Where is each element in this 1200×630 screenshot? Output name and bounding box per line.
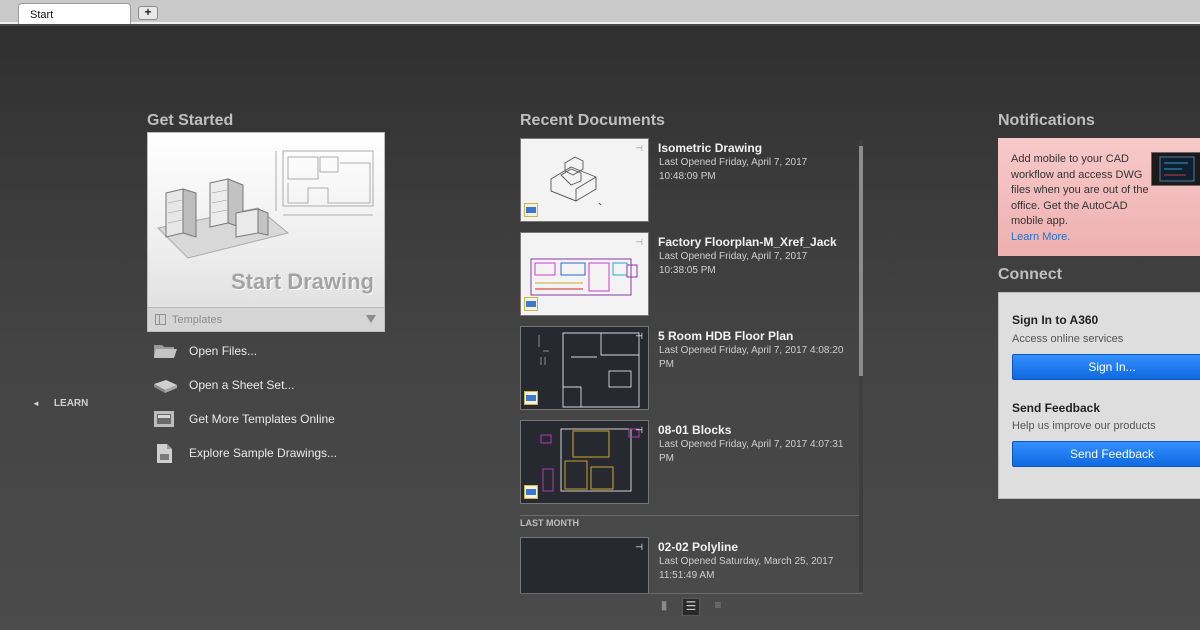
notifications-title: Notifications	[998, 112, 1095, 129]
doc-name: Factory Floorplan-M_Xref_Jack	[658, 235, 837, 249]
explore-samples-label: Explore Sample Drawings...	[189, 446, 338, 460]
templates-icon	[155, 314, 166, 325]
mobile-app-icon	[1159, 156, 1195, 182]
connect-title: Connect	[998, 266, 1062, 283]
get-started-title: Get Started	[147, 112, 234, 129]
get-more-templates-label: Get More Templates Online	[189, 412, 335, 426]
doc-meta: Last Opened Friday, April 7, 2017 10:48:0…	[659, 157, 808, 182]
hdb-floorplan-preview	[538, 332, 640, 408]
doc-thumbnail: ⊣	[520, 232, 649, 316]
recent-doc-item[interactable]: ⊣ Factory Floorplan-M_Xref_Jack Last Ope…	[520, 232, 860, 318]
doc-name: 02-02 Polyline	[658, 540, 739, 554]
pin-icon[interactable]: ⊣	[635, 143, 643, 154]
feedback-heading: Send Feedback	[1012, 401, 1101, 415]
list-view-icon[interactable]: ≡	[709, 598, 727, 616]
doc-meta: Last Opened Friday, April 7, 2017 4:08:2…	[659, 345, 844, 370]
templates-dropdown[interactable]: Templates	[148, 307, 384, 331]
recent-documents-title: Recent Documents	[520, 112, 665, 129]
templates-online-icon	[154, 411, 174, 427]
pin-icon[interactable]: ⊣	[635, 331, 643, 342]
thumbnails-with-details-view-icon[interactable]: ☰	[682, 598, 700, 616]
floorplan-preview	[530, 258, 638, 296]
open-sheet-set-label: Open a Sheet Set...	[189, 378, 295, 392]
start-drawing-label: Start Drawing	[230, 269, 374, 294]
isometric-drawing-preview	[550, 156, 602, 206]
chevron-left-icon: ◄	[32, 399, 40, 408]
doc-thumbnail: ⊣	[520, 537, 649, 593]
doc-name: Isometric Drawing	[658, 141, 763, 155]
notification-card: Add mobile to your CAD workflow and acce…	[998, 138, 1200, 256]
last-month-divider: LAST MONTH	[520, 515, 860, 528]
dwg-file-icon	[524, 203, 538, 217]
tab-bar: Start +	[0, 0, 1200, 24]
learn-toggle[interactable]: ◄ LEARN	[32, 398, 88, 409]
dwg-file-icon	[524, 297, 538, 311]
sample-drawings-icon	[157, 444, 172, 463]
recent-doc-item[interactable]: ⊣ 5 Room HDB Floor Plan Last Opened Frid…	[520, 326, 860, 412]
open-files-link[interactable]: Open Files...	[152, 340, 372, 364]
doc-thumbnail: ⊣	[520, 420, 649, 504]
templates-label: Templates	[172, 314, 223, 326]
learn-more-link[interactable]: Learn More.	[1011, 231, 1070, 243]
doc-meta: Last Opened Saturday, March 25, 2017 11:5…	[659, 556, 834, 581]
doc-name: 5 Room HDB Floor Plan	[658, 329, 794, 343]
connect-panel: Sign In to A360 Access online services S…	[998, 292, 1200, 499]
pin-icon[interactable]: ⊣	[635, 542, 643, 553]
folder-icon	[154, 345, 177, 358]
pin-icon[interactable]: ⊣	[635, 425, 643, 436]
doc-thumbnail: ⊣	[520, 326, 649, 410]
sheet-set-icon	[154, 380, 177, 393]
open-sheet-set-link[interactable]: Open a Sheet Set...	[152, 374, 372, 398]
recent-doc-item[interactable]: ⊣ Isometric Drawing Last Opened Friday, …	[520, 138, 860, 224]
divider	[520, 593, 863, 594]
tab-start[interactable]: Start	[18, 3, 131, 24]
doc-thumbnail: ⊣	[520, 138, 649, 222]
learn-label: LEARN	[53, 398, 89, 409]
mobile-app-preview	[1151, 152, 1200, 186]
pin-icon[interactable]: ⊣	[635, 237, 643, 248]
dwg-file-icon	[524, 391, 538, 405]
open-files-label: Open Files...	[189, 344, 258, 358]
caret-down-icon	[366, 315, 376, 323]
large-thumbnails-view-icon[interactable]: ▮	[655, 598, 673, 616]
signin-heading: Sign In to A360	[1012, 313, 1099, 327]
doc-meta: Last Opened Friday, April 7, 2017 4:07:3…	[659, 439, 844, 464]
scrollbar-thumb[interactable]	[859, 146, 863, 376]
start-drawing-card[interactable]: Start Drawing Templates	[147, 132, 385, 332]
dwg-file-icon	[524, 485, 538, 499]
send-feedback-button[interactable]: Send Feedback	[1012, 441, 1200, 467]
tab-start-label: Start	[30, 9, 54, 21]
doc-name: 08-01 Blocks	[658, 423, 732, 437]
recent-doc-item[interactable]: ⊣ 02-02 Polyline Last Opened Saturday, M…	[520, 537, 860, 593]
signin-subtitle: Access online services	[1012, 333, 1124, 345]
notification-text: Add mobile to your CAD workflow and acce…	[1011, 153, 1149, 243]
sign-in-button[interactable]: Sign In...	[1012, 354, 1200, 380]
new-tab-button[interactable]: +	[138, 6, 158, 20]
explore-samples-link[interactable]: Explore Sample Drawings...	[152, 442, 372, 466]
feedback-subtitle: Help us improve our products	[1012, 420, 1156, 432]
blocks-preview	[540, 428, 640, 492]
recent-doc-item[interactable]: ⊣ 08-01 Blocks Last Opened Friday, April…	[520, 420, 860, 506]
get-more-templates-link[interactable]: Get More Templates Online	[152, 408, 372, 432]
recent-docs-scrollbar[interactable]	[859, 140, 863, 592]
doc-meta: Last Opened Friday, April 7, 2017 10:38:0…	[659, 251, 808, 276]
